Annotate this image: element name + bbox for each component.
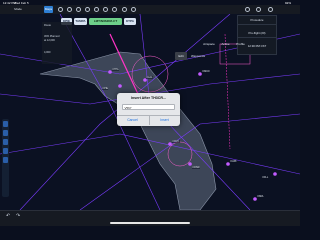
waypoint-input[interactable]: V567 (122, 104, 175, 110)
chart-icon[interactable] (94, 7, 99, 12)
right-menu-item[interactable]: Pre-flight (20) (238, 29, 276, 38)
map-label[interactable]: KPIE (102, 87, 109, 90)
share-icon[interactable] (122, 7, 127, 12)
florida-landmass (39, 51, 217, 210)
right-menu: Procedure Pre-flight (20) 12:30 PM CST (237, 15, 277, 55)
map-label[interactable]: KFMY (172, 140, 180, 143)
layers-rail-icon[interactable] (3, 157, 8, 163)
ruler-icon[interactable] (3, 187, 8, 193)
boundary-line (224, 33, 231, 150)
map-label[interactable]: KRSW (192, 166, 201, 169)
route-panel-header: Route (44, 24, 51, 27)
map-label[interactable]: KMIA (257, 195, 264, 198)
tab-waypoints[interactable]: Waypoints (189, 52, 207, 60)
search-icon[interactable] (245, 7, 250, 12)
route-panel: Route 30% Planned at 12,000 4,000 (42, 22, 72, 64)
draw-icon[interactable] (3, 177, 8, 183)
map-label[interactable]: KLAL (146, 76, 153, 79)
map-label[interactable]: KFLL (262, 176, 269, 179)
home-indicator (110, 222, 190, 224)
track-up-icon[interactable] (3, 139, 8, 145)
tab-edit[interactable]: Edit (175, 52, 187, 60)
route-chip[interactable]: LMT/N3S2R/LCT (89, 18, 122, 25)
route-icon[interactable] (103, 7, 108, 12)
insert-button[interactable]: Insert (149, 116, 180, 124)
route-chip[interactable]: TAMPA (74, 18, 87, 25)
dialog-title: Insert After TH3CR... (130, 96, 166, 100)
menu-button[interactable]: Mode (3, 6, 33, 13)
notes-icon[interactable] (112, 7, 117, 12)
user-icon[interactable] (131, 7, 136, 12)
tab-profile[interactable]: Profile (233, 40, 248, 48)
map-label[interactable]: KMCO (202, 70, 211, 73)
bottom-bar: ↶ ↷ (0, 210, 300, 226)
route-panel-line: 4,000 (44, 51, 51, 54)
tab-active[interactable]: Active (218, 40, 233, 48)
tool-rail (2, 119, 9, 197)
layers-icon[interactable] (58, 7, 63, 12)
cancel-button[interactable]: Cancel (117, 116, 148, 124)
zoom-out-icon[interactable] (3, 130, 8, 136)
more-icon[interactable] (268, 7, 273, 12)
right-menu-item[interactable]: Procedure (238, 16, 276, 25)
maps-button[interactable]: Maps (44, 6, 53, 13)
route-panel-line: 30% Planned (44, 35, 60, 38)
center-icon[interactable] (3, 148, 8, 154)
insert-after-dialog: Insert After TH3CR... V567 Cancel Insert (117, 93, 180, 126)
route-chip[interactable]: KTPA (124, 18, 136, 25)
map-label[interactable]: KAPF (230, 160, 238, 163)
weather-icon[interactable] (85, 7, 90, 12)
zoom-in-icon[interactable] (3, 121, 8, 127)
redo-icon[interactable]: ↷ (16, 213, 20, 219)
undo-icon[interactable]: ↶ (6, 213, 10, 219)
share-out-icon[interactable] (256, 7, 261, 12)
settings-icon[interactable] (67, 7, 72, 12)
map-label[interactable]: KTPA (112, 68, 120, 71)
clock-icon[interactable] (76, 7, 81, 12)
route-panel-line: at 12,000 (44, 39, 55, 42)
tab-airspace[interactable]: Airspace (200, 40, 218, 48)
